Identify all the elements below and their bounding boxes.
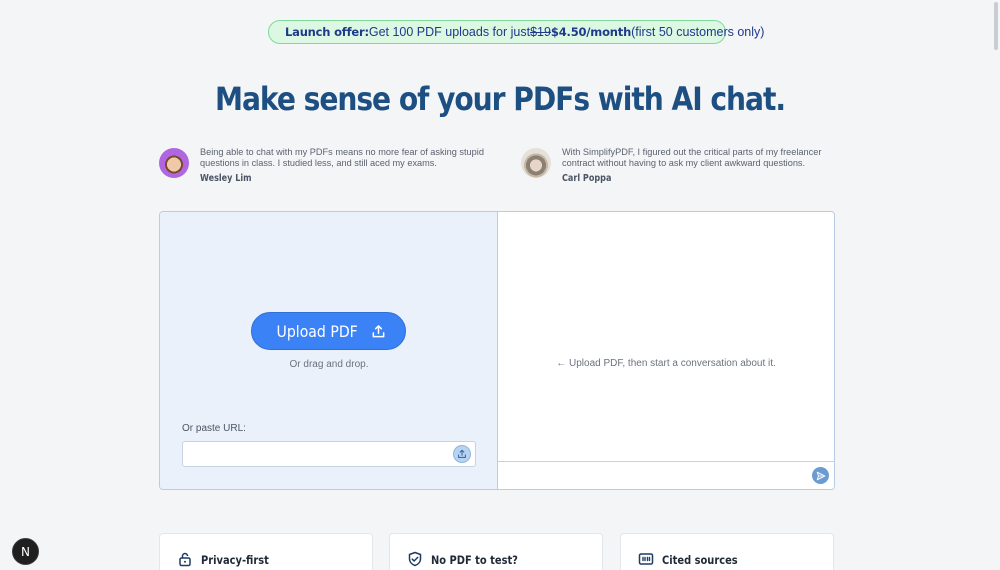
drag-drop-hint: Or drag and drop. [289,359,369,370]
page-headline: Make sense of your PDFs with AI chat. [214,80,786,118]
send-icon [816,471,825,480]
feature-card-privacy: Privacy-first [159,533,373,570]
launch-offer-banner: Launch offer: Get 100 PDF uploads for ju… [268,20,764,44]
chat-empty-hint: ← Upload PDF, then start a conversation … [556,358,776,369]
upload-pdf-button[interactable]: Upload PDF [251,312,406,350]
testimonial-author: Carl Poppa [562,173,612,184]
new-price: $4.50/month [550,25,632,39]
nextjs-dev-badge[interactable]: N [12,538,39,565]
testimonial-quote: With SimplifyPDF, I figured out the crit… [562,147,822,168]
lock-icon [179,552,191,567]
scrollbar-thumb[interactable] [994,2,998,50]
testimonial-quote: Being able to chat with my PDFs means no… [200,147,484,168]
feature-title: Privacy-first [201,553,269,567]
upload-icon [372,324,385,337]
upload-icon [458,449,466,458]
feature-card-test-pdf[interactable]: No PDF to test? [389,533,603,570]
testimonial: With SimplifyPDF, I figured out the crit… [521,147,847,184]
shield-check-icon [408,551,422,567]
paste-url-label: Or paste URL: [182,423,246,434]
chat-area: ← Upload PDF, then start a conversation … [498,212,834,489]
testimonial-author: Wesley Lim [200,173,252,184]
chat-input-bar [498,461,834,489]
offer-label: Launch offer: [285,25,369,39]
pdf-chat-panel: Upload PDF Or drag and drop. Or paste UR… [159,211,835,490]
testimonial: Being able to chat with my PDFs means no… [159,147,485,184]
chat-message-input[interactable] [504,466,804,486]
upload-button-label: Upload PDF [276,321,358,341]
pdf-url-input[interactable] [182,441,476,467]
feature-title: Cited sources [662,553,738,567]
quote-icon [638,553,654,565]
page-scrollbar[interactable] [992,0,1000,570]
offer-note: (first 50 customers only) [631,25,765,39]
feature-title[interactable]: No PDF to test? [431,553,518,567]
avatar [521,148,551,178]
upload-dropzone[interactable]: Upload PDF Or drag and drop. Or paste UR… [160,212,498,489]
offer-text: Get 100 PDF uploads for just [368,25,531,39]
feature-card-cited-sources: Cited sources [620,533,834,570]
avatar [159,148,189,178]
old-price: $19 [530,25,551,39]
url-upload-button[interactable] [453,445,471,463]
send-button[interactable] [812,467,829,484]
